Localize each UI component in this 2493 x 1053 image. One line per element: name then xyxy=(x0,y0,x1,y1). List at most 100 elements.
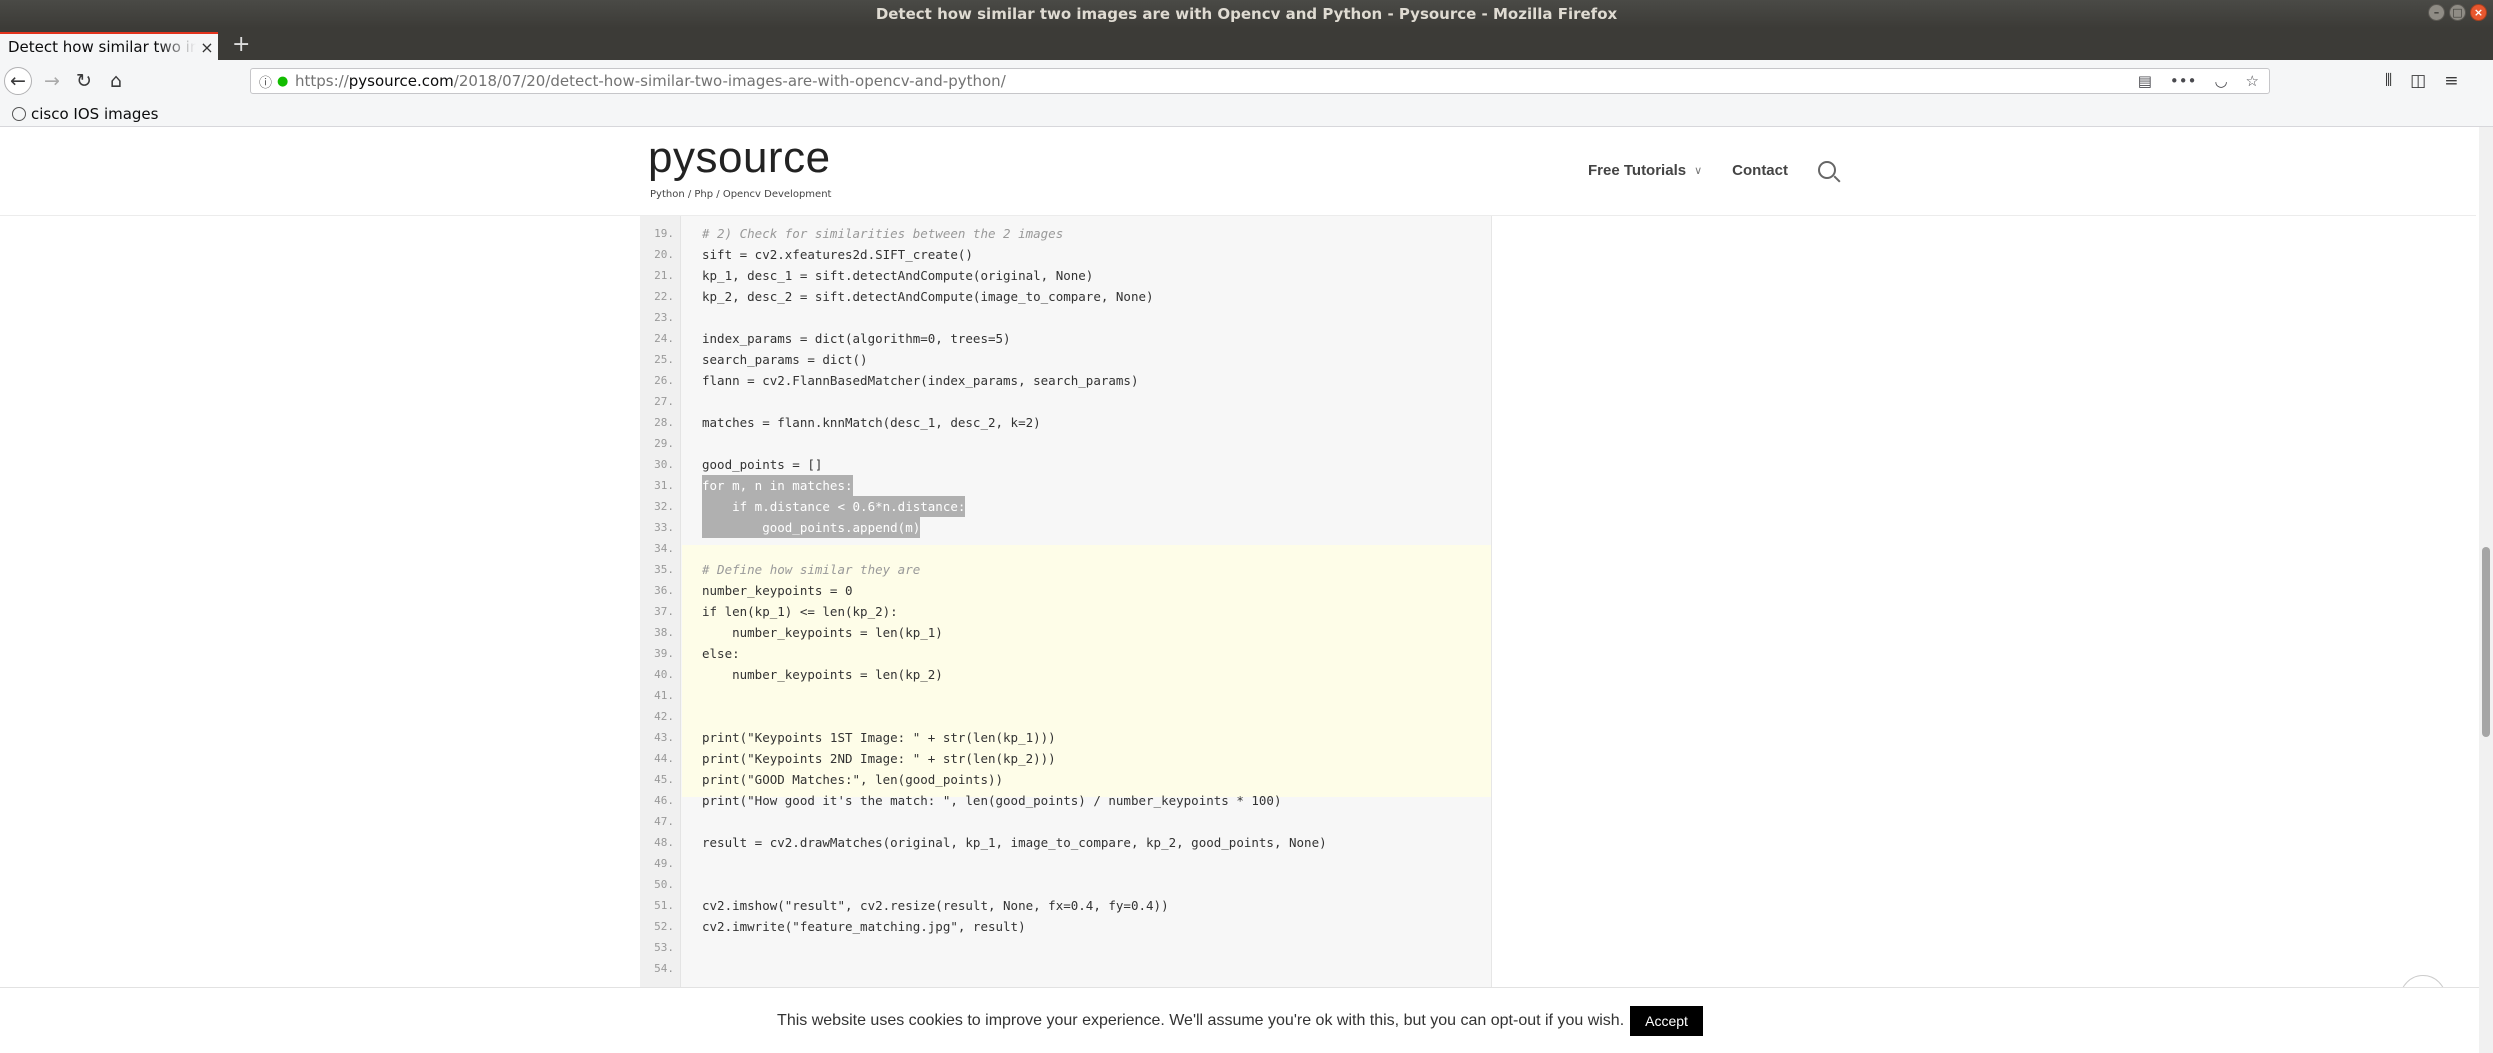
code-text: sift = cv2.xfeatures2d.SIFT_create() xyxy=(702,247,973,262)
code-text: search_params = dict() xyxy=(702,352,868,367)
line-number: 44. xyxy=(654,752,674,765)
hamburger-menu-icon[interactable]: ≡ xyxy=(2444,71,2458,91)
code-line: 45. print("GOOD Matches:", len(good_point… xyxy=(640,769,1492,790)
back-icon[interactable]: ← xyxy=(4,67,32,95)
code-line: 24. index_params = dict(algorithm=0, tree… xyxy=(640,328,1492,349)
code-text: else: xyxy=(702,646,740,661)
reader-view-icon[interactable]: ▤ xyxy=(2138,72,2152,90)
code-line: 50. xyxy=(640,874,1492,895)
code-line: 47. xyxy=(640,811,1492,832)
line-number: 52. xyxy=(654,920,674,933)
line-number: 39. xyxy=(654,647,674,660)
search-icon[interactable] xyxy=(1818,161,1836,179)
line-number: 53. xyxy=(654,941,674,954)
scrollbar-thumb[interactable] xyxy=(2482,547,2490,737)
code-line: 48. result = cv2.drawMatches(original, kp… xyxy=(640,832,1492,853)
url-path: /2018/07/20/detect-how-similar-two-image… xyxy=(453,72,1006,90)
page-scrollbar[interactable] xyxy=(2479,127,2493,1053)
line-number: 21. xyxy=(654,269,674,282)
code-line: 53. xyxy=(640,937,1492,958)
code-line: 21. kp_1, desc_1 = sift.detectAndCompute(… xyxy=(640,265,1492,286)
line-number: 29. xyxy=(654,437,674,450)
line-number: 22. xyxy=(654,290,674,303)
pocket-icon[interactable]: ◡ xyxy=(2214,72,2227,90)
code-text: good_points.append(m) xyxy=(702,517,921,538)
url-actions: ▤ ••• ◡ ☆ xyxy=(2138,72,2259,90)
home-icon[interactable]: ⌂ xyxy=(102,67,130,95)
code-line: 33. good_points.append(m) xyxy=(640,517,1492,538)
cookie-bar: This website uses cookies to improve you… xyxy=(0,987,2480,1053)
code-line: 31. for m, n in matches: xyxy=(640,475,1492,496)
line-number: 43. xyxy=(654,731,674,744)
bookmark-star-icon[interactable]: ☆ xyxy=(2246,72,2259,90)
menu-item-free-tutorials[interactable]: Free Tutorials ∨ xyxy=(1588,162,1702,179)
line-number: 38. xyxy=(654,626,674,639)
code-line: 22. kp_2, desc_2 = sift.detectAndCompute(… xyxy=(640,286,1492,307)
cookie-text: This website uses cookies to improve you… xyxy=(777,1012,1625,1029)
window-titlebar: Detect how similar two images are with O… xyxy=(0,0,2493,28)
lock-icon: ● xyxy=(277,73,289,89)
new-tab-icon[interactable]: + xyxy=(232,34,250,56)
line-number: 20. xyxy=(654,248,674,261)
line-number: 40. xyxy=(654,668,674,681)
code-line: 27. xyxy=(640,391,1492,412)
line-number: 35. xyxy=(654,563,674,576)
code-text: flann = cv2.FlannBasedMatcher(index_para… xyxy=(702,373,1139,388)
cookie-accept-button[interactable]: Accept xyxy=(1630,1006,1703,1036)
reload-icon[interactable]: ↻ xyxy=(70,67,98,95)
code-text: # 2) Check for similarities between the … xyxy=(702,226,1064,241)
line-number: 28. xyxy=(654,416,674,429)
minimize-icon[interactable]: – xyxy=(2428,4,2445,21)
line-number: 19. xyxy=(654,227,674,240)
globe-icon xyxy=(12,107,26,121)
code-text: # Define how similar they are xyxy=(702,562,921,577)
line-number: 50. xyxy=(654,878,674,891)
code-line: 40. number_keypoints = len(kp_2) xyxy=(640,664,1492,685)
forward-icon[interactable]: → xyxy=(38,67,66,95)
url-scheme: https:// xyxy=(295,72,349,90)
line-number: 54. xyxy=(654,962,674,975)
code-line: 20. sift = cv2.xfeatures2d.SIFT_create() xyxy=(640,244,1492,265)
site-header: pysource Python / Php / Opencv Developme… xyxy=(0,127,2476,216)
code-text: matches = flann.knnMatch(desc_1, desc_2,… xyxy=(702,415,1041,430)
line-number: 24. xyxy=(654,332,674,345)
code-text: print("Keypoints 2ND Image: " + str(len(… xyxy=(702,751,1056,766)
code-line: 25. search_params = dict() xyxy=(640,349,1492,370)
bookmark-item[interactable]: cisco IOS images xyxy=(12,105,158,123)
tab-bar: Detect how similar two images are with O… xyxy=(0,28,2493,60)
code-line: 36. number_keypoints = 0 xyxy=(640,580,1492,601)
url-bar[interactable]: ⓘ ● https://pysource.com/2018/07/20/dete… xyxy=(250,68,2270,94)
url-host: pysource.com xyxy=(348,72,454,90)
menu-item-contact[interactable]: Contact xyxy=(1732,162,1788,179)
code-text: number_keypoints = len(kp_2) xyxy=(702,667,943,682)
line-number: 25. xyxy=(654,353,674,366)
site-info-icon[interactable]: ⓘ xyxy=(259,72,277,91)
code-line: 32. if m.distance < 0.6*n.distance: xyxy=(640,496,1492,517)
maximize-icon[interactable]: □ xyxy=(2449,4,2466,21)
toolbar-right: ⫴ ◫ ≡ xyxy=(2385,71,2458,91)
code-line: 35. # Define how similar they are xyxy=(640,559,1492,580)
tab-title: Detect how similar two images are with O… xyxy=(8,38,196,56)
bookmark-label: cisco IOS images xyxy=(31,105,159,123)
tab-active[interactable]: Detect how similar two images are with O… xyxy=(0,32,218,60)
sidebar-icon[interactable]: ◫ xyxy=(2410,71,2426,91)
navigation-toolbar: ← → ↻ ⌂ ⓘ ● https://pysource.com/2018/07… xyxy=(0,60,2493,103)
line-number: 27. xyxy=(654,395,674,408)
window-controls: – □ × xyxy=(2428,4,2487,21)
code-text: result = cv2.drawMatches(original, kp_1,… xyxy=(702,835,1327,850)
line-number: 46. xyxy=(654,794,674,807)
tab-close-icon[interactable]: × xyxy=(196,38,218,57)
code-line: 43. print("Keypoints 1ST Image: " + str(l… xyxy=(640,727,1492,748)
page-actions-icon[interactable]: ••• xyxy=(2170,72,2197,90)
page-viewport: pysource Python / Php / Opencv Developme… xyxy=(0,127,2493,1053)
site-logo[interactable]: pysource xyxy=(648,133,831,183)
line-number: 33. xyxy=(654,521,674,534)
library-icon[interactable]: ⫴ xyxy=(2385,71,2392,91)
code-line: 44. print("Keypoints 2ND Image: " + str(l… xyxy=(640,748,1492,769)
close-window-icon[interactable]: × xyxy=(2470,4,2487,21)
url-text[interactable]: https://pysource.com/2018/07/20/detect-h… xyxy=(295,72,2138,90)
code-text: number_keypoints = len(kp_1) xyxy=(702,625,943,640)
line-number: 30. xyxy=(654,458,674,471)
code-text: if m.distance < 0.6*n.distance: xyxy=(702,496,966,517)
line-number: 34. xyxy=(654,542,674,555)
